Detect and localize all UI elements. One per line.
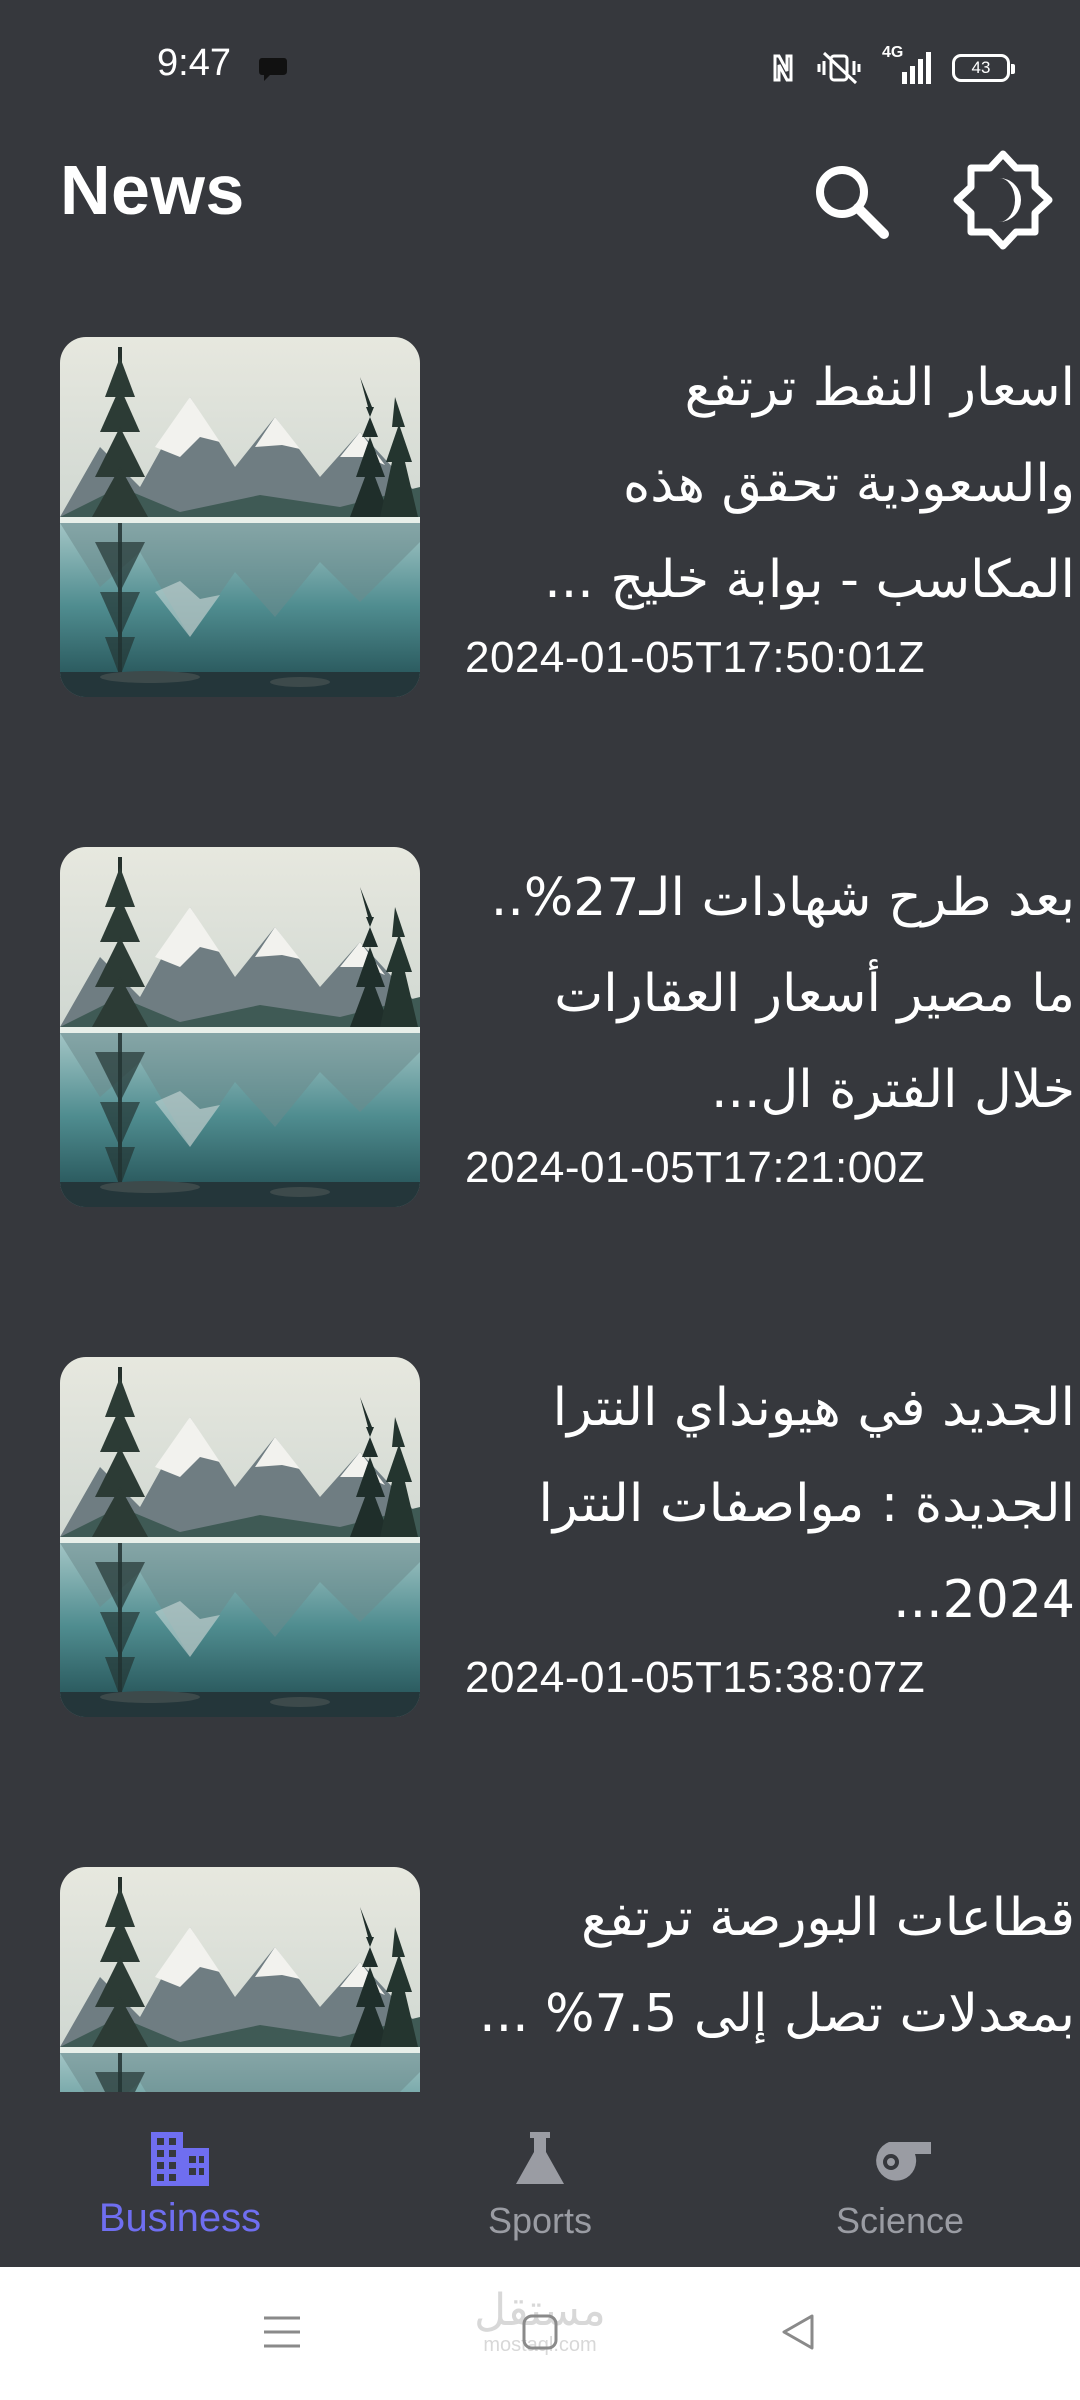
news-text: الجديد في هيونداي النترا الجديدة : مواصف… [465,1360,1075,1708]
recent-apps-button[interactable] [242,2297,322,2367]
menu-icon [264,2316,300,2348]
news-item[interactable]: الجديد في هيونداي النترا الجديدة : مواصف… [60,1320,1075,1680]
news-thumbnail [60,337,420,697]
theme-toggle-icon [953,150,1053,250]
nfc-icon [770,53,796,83]
news-list: اسعار النفط ترتفع والسعودية تحقق هذه الم… [0,300,1080,2092]
news-text: بعد طرح شهادات الـ27%.. ما مصير أسعار ال… [465,850,1075,1198]
nav-item-business[interactable]: Business [0,2092,360,2267]
bottom-navigation: Business Sports Science [0,2092,1080,2267]
news-title: قطاعات البورصة ترتفع بمعدلات تصل إلى 7.5… [479,1888,1075,2044]
news-text: اسعار النفط ترتفع والسعودية تحقق هذه الم… [465,340,1075,688]
theme-toggle-button[interactable] [948,145,1058,255]
battery-icon: 43 [952,54,1015,82]
science-whistle-icon [867,2124,933,2194]
news-app-screen: 9:47 4G 43 News اسعار النفط ترتفع والسعو… [0,0,1080,2400]
news-date: 2024-01-05T15:38:07Z [465,1653,926,1702]
vibrate-icon [816,51,862,85]
back-icon [782,2314,814,2350]
nav-label-business: Business [98,2196,262,2240]
news-title: الجديد في هيونداي النترا الجديدة : مواصف… [538,1378,1075,1630]
news-date: 2024-01-05T17:21:00Z [465,1143,926,1192]
chat-bubble-icon [258,56,288,82]
news-thumbnail [60,847,420,1207]
nav-label-science: Science [835,2200,965,2241]
status-time: 9:47 [157,42,231,84]
signal-icon: 4G [882,44,932,86]
nav-item-science[interactable]: Science [720,2092,1080,2267]
battery-level: 43 [971,58,991,77]
news-thumbnail [60,1357,420,1717]
nav-label-sports: Sports [487,2200,593,2241]
home-icon [522,2314,558,2350]
status-icons: 4G 43 [770,44,1015,86]
back-button[interactable] [758,2297,838,2367]
news-text: قطاعات البورصة ترتفع بمعدلات تصل إلى 7.5… [465,1870,1075,2092]
news-item[interactable]: بعد طرح شهادات الـ27%.. ما مصير أسعار ال… [60,810,1075,1170]
news-thumbnail [60,1867,420,2092]
system-navigation-bar: مستقل mostaql.com [0,2267,1080,2400]
app-header: News [0,135,1080,255]
page-title: News [60,151,245,229]
status-bar: 9:47 4G 43 [0,0,1080,135]
news-title: بعد طرح شهادات الـ27%.. ما مصير أسعار ال… [490,868,1075,1120]
search-button[interactable] [795,145,905,255]
news-date: 2024-01-05T17:50:01Z [465,633,926,682]
news-title: اسعار النفط ترتفع والسعودية تحقق هذه الم… [544,358,1075,610]
business-building-icon [149,2124,211,2194]
search-icon [816,166,889,239]
home-button[interactable] [500,2297,580,2367]
news-item[interactable]: قطاعات البورصة ترتفع بمعدلات تصل إلى 7.5… [60,1830,1075,2092]
nav-item-sports[interactable]: Sports [360,2092,720,2267]
sports-flask-icon [512,2124,568,2194]
news-item[interactable]: اسعار النفط ترتفع والسعودية تحقق هذه الم… [60,300,1075,660]
